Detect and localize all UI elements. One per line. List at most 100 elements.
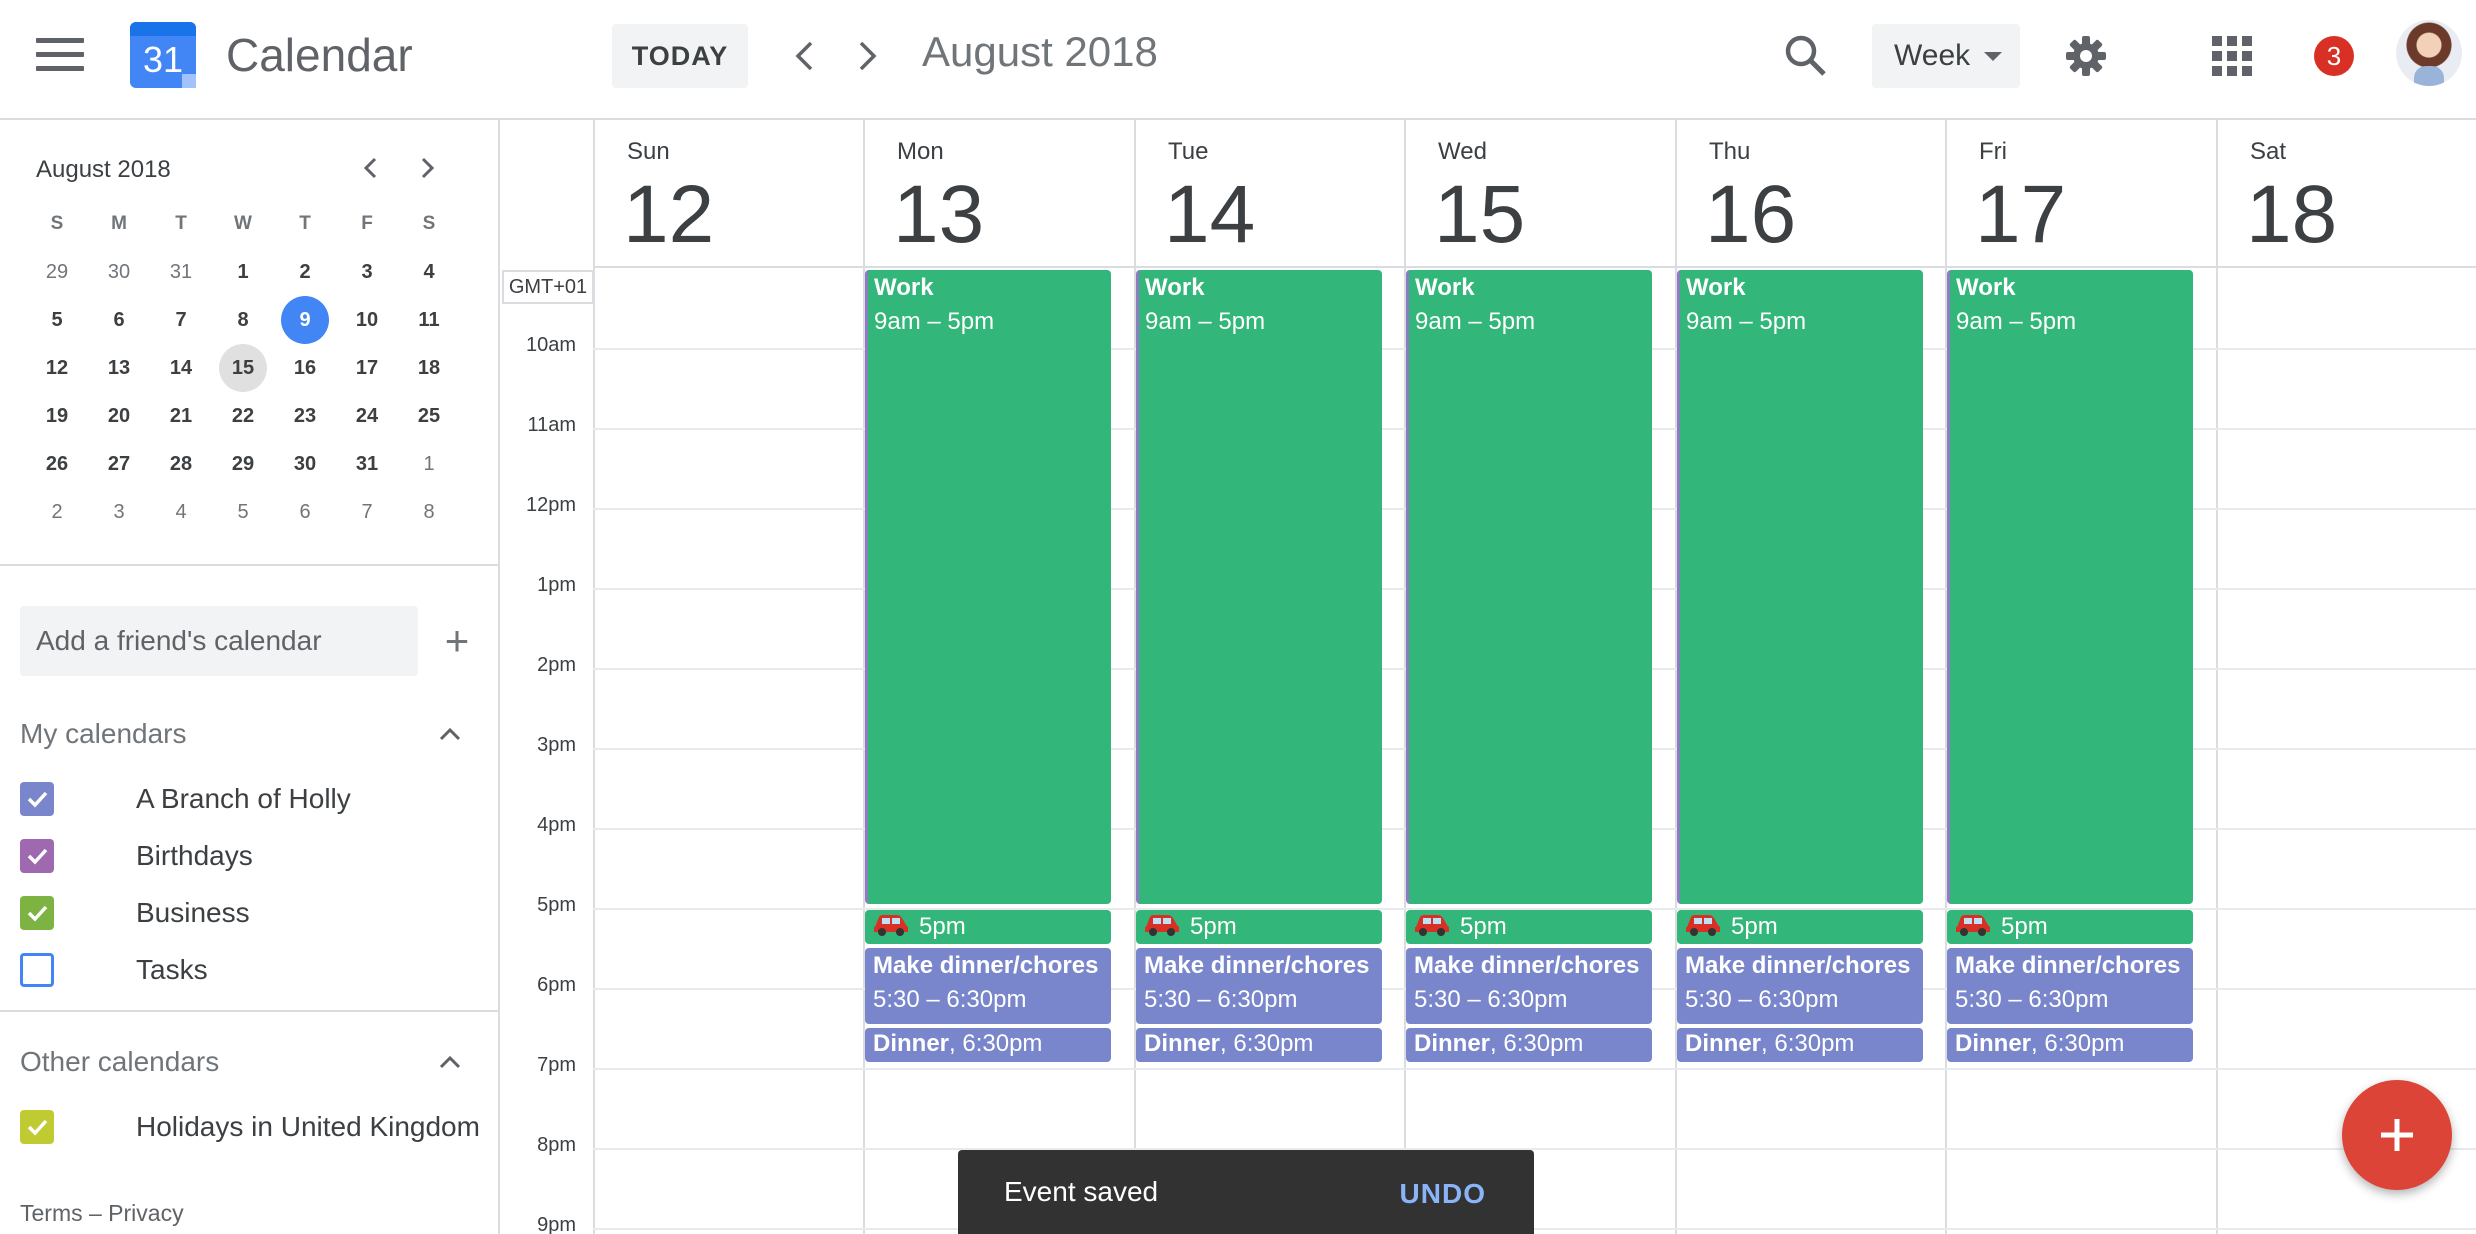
day-header[interactable]: Mon 13: [863, 120, 1134, 268]
chores-event[interactable]: Make dinner/chores 5:30 – 6:30pm: [865, 948, 1111, 1024]
mini-month-day[interactable]: 31: [336, 440, 398, 488]
mini-month-day[interactable]: 1: [398, 440, 460, 488]
mini-month-day[interactable]: 3: [336, 248, 398, 296]
chores-event[interactable]: Make dinner/chores 5:30 – 6:30pm: [1406, 948, 1652, 1024]
collapse-other-calendars-icon[interactable]: [432, 1044, 468, 1080]
mini-month-day[interactable]: 27: [88, 440, 150, 488]
calendar-item[interactable]: A Branch of Holly: [20, 772, 480, 826]
commute-event[interactable]: 5pm: [1136, 910, 1382, 944]
mini-month-day[interactable]: 3: [88, 488, 150, 536]
calendar-checkbox[interactable]: [20, 782, 54, 816]
mini-month-day[interactable]: 10: [336, 296, 398, 344]
day-header[interactable]: Sat 18: [2216, 120, 2476, 268]
dinner-event[interactable]: Dinner, 6:30pm: [1136, 1028, 1382, 1062]
chores-event[interactable]: Make dinner/chores 5:30 – 6:30pm: [1136, 948, 1382, 1024]
search-icon[interactable]: [1780, 30, 1832, 82]
mini-month-day[interactable]: 13: [88, 344, 150, 392]
create-event-button[interactable]: [2342, 1080, 2452, 1190]
commute-event[interactable]: 5pm: [1947, 910, 2193, 944]
mini-month-day[interactable]: 14: [150, 344, 212, 392]
mini-month-day[interactable]: 29: [212, 440, 274, 488]
chevron-left-icon[interactable]: [782, 34, 826, 78]
work-event[interactable]: Work 9am – 5pm: [1406, 270, 1652, 904]
calendar-checkbox[interactable]: [20, 839, 54, 873]
mini-month-day[interactable]: 22: [212, 392, 274, 440]
dinner-event[interactable]: Dinner, 6:30pm: [1677, 1028, 1923, 1062]
mini-month-day[interactable]: 4: [398, 248, 460, 296]
dinner-event[interactable]: Dinner, 6:30pm: [1406, 1028, 1652, 1062]
chevron-right-icon[interactable]: [846, 34, 890, 78]
calendar-item[interactable]: Birthdays: [20, 829, 480, 883]
mini-month-day[interactable]: 1: [212, 248, 274, 296]
mini-month-day[interactable]: 30: [274, 440, 336, 488]
gear-icon[interactable]: [2060, 30, 2112, 82]
mini-month-day[interactable]: 24: [336, 392, 398, 440]
dinner-event[interactable]: Dinner, 6:30pm: [865, 1028, 1111, 1062]
mini-month-day[interactable]: 2: [26, 488, 88, 536]
commute-event[interactable]: 5pm: [1406, 910, 1652, 944]
calendar-item[interactable]: Holidays in United Kingdom: [20, 1100, 480, 1154]
dinner-event[interactable]: Dinner, 6:30pm: [1947, 1028, 2193, 1062]
work-event[interactable]: Work 9am – 5pm: [1947, 270, 2193, 904]
commute-event[interactable]: 5pm: [865, 910, 1111, 944]
today-button[interactable]: TODAY: [612, 24, 748, 88]
work-event[interactable]: Work 9am – 5pm: [865, 270, 1111, 904]
mini-month-day[interactable]: 19: [26, 392, 88, 440]
calendar-item[interactable]: Business: [20, 886, 480, 940]
mini-month-day[interactable]: 25: [398, 392, 460, 440]
mini-month-day[interactable]: 28: [150, 440, 212, 488]
work-event[interactable]: Work 9am – 5pm: [1136, 270, 1382, 904]
apps-grid-icon[interactable]: [2212, 36, 2252, 76]
mini-month-day[interactable]: 5: [26, 296, 88, 344]
mini-month-day[interactable]: 7: [336, 488, 398, 536]
chores-event[interactable]: Make dinner/chores 5:30 – 6:30pm: [1947, 948, 2193, 1024]
avatar[interactable]: [2396, 20, 2462, 86]
mini-month-day[interactable]: 16: [274, 344, 336, 392]
mini-month-day[interactable]: 7: [150, 296, 212, 344]
add-calendar-plus-icon[interactable]: +: [432, 616, 482, 666]
mini-month-day[interactable]: 9: [274, 296, 336, 344]
day-header[interactable]: Wed 15: [1404, 120, 1675, 268]
calendar-checkbox[interactable]: [20, 1110, 54, 1144]
work-event[interactable]: Work 9am – 5pm: [1677, 270, 1923, 904]
mini-month-day[interactable]: 15: [212, 344, 274, 392]
undo-button[interactable]: UNDO: [1400, 1178, 1486, 1210]
notification-badge[interactable]: 3: [2314, 36, 2354, 76]
mini-month-day[interactable]: 29: [26, 248, 88, 296]
calendar-logo[interactable]: 31: [130, 22, 196, 88]
day-header[interactable]: Sun 12: [593, 120, 864, 268]
main-menu-icon[interactable]: [36, 38, 84, 78]
day-header[interactable]: Tue 14: [1134, 120, 1405, 268]
mini-month-day[interactable]: 4: [150, 488, 212, 536]
day-header[interactable]: Fri 17: [1945, 120, 2216, 268]
day-header[interactable]: Thu 16: [1675, 120, 1946, 268]
collapse-my-calendars-icon[interactable]: [432, 716, 468, 752]
my-calendars-heading[interactable]: My calendars: [20, 718, 187, 750]
calendar-checkbox[interactable]: [20, 953, 54, 987]
mini-month-day[interactable]: 5: [212, 488, 274, 536]
mini-month-day[interactable]: 30: [88, 248, 150, 296]
mini-month-day[interactable]: 6: [88, 296, 150, 344]
mini-month-day[interactable]: 8: [398, 488, 460, 536]
mini-month-day[interactable]: 21: [150, 392, 212, 440]
mini-month-day[interactable]: 11: [398, 296, 460, 344]
mini-month-day[interactable]: 17: [336, 344, 398, 392]
mini-month-day[interactable]: 26: [26, 440, 88, 488]
mini-month-day[interactable]: 31: [150, 248, 212, 296]
mini-month-day[interactable]: 8: [212, 296, 274, 344]
mini-month-day[interactable]: 2: [274, 248, 336, 296]
add-friend-calendar-input[interactable]: Add a friend's calendar: [20, 606, 418, 676]
commute-event[interactable]: 5pm: [1677, 910, 1923, 944]
mini-month-day[interactable]: 12: [26, 344, 88, 392]
mini-month-prev-icon[interactable]: [352, 150, 388, 186]
mini-month-next-icon[interactable]: [410, 150, 446, 186]
chores-event[interactable]: Make dinner/chores 5:30 – 6:30pm: [1677, 948, 1923, 1024]
other-calendars-heading[interactable]: Other calendars: [20, 1046, 219, 1078]
mini-month-day[interactable]: 6: [274, 488, 336, 536]
mini-month-day[interactable]: 18: [398, 344, 460, 392]
view-selector[interactable]: Week: [1872, 24, 2020, 88]
terms-privacy-links[interactable]: Terms – Privacy: [20, 1200, 184, 1227]
calendar-checkbox[interactable]: [20, 896, 54, 930]
mini-month-day[interactable]: 23: [274, 392, 336, 440]
mini-month-day[interactable]: 20: [88, 392, 150, 440]
